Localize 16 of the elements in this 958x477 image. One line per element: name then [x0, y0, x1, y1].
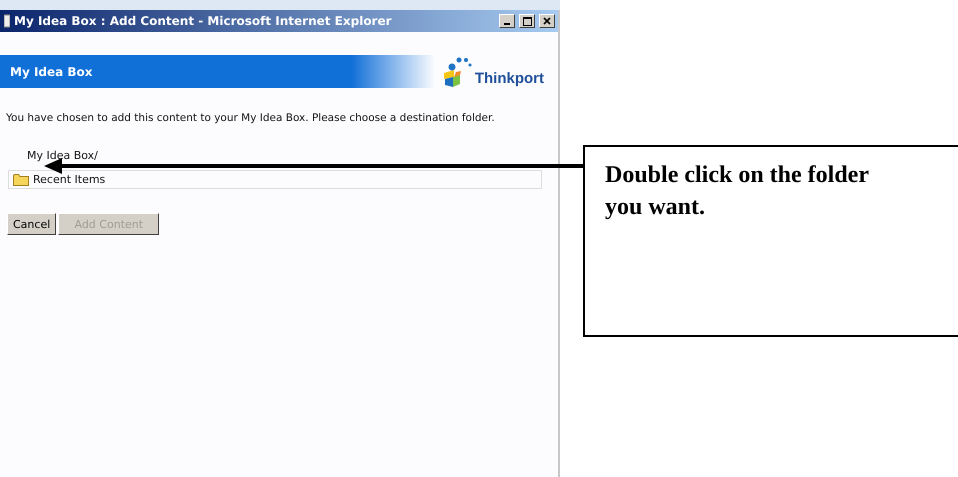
- window-title: My Idea Box : Add Content - Microsoft Internet Explorer: [14, 14, 393, 28]
- maximize-button[interactable]: [519, 14, 535, 28]
- maximize-icon: [522, 16, 532, 26]
- folder-item[interactable]: Recent Items: [9, 171, 541, 188]
- close-icon: [543, 17, 551, 25]
- folder-icon: [13, 173, 29, 186]
- form-button[interactable]: Cancel: [7, 213, 56, 235]
- minimize-button[interactable]: [499, 14, 515, 28]
- page-icon: [4, 14, 10, 28]
- banner-title: My Idea Box: [10, 64, 93, 78]
- box-logo-icon: [442, 56, 472, 86]
- callout-text: Double click on the folder you want.: [605, 161, 870, 222]
- folder-path: My Idea Box/: [27, 149, 99, 162]
- close-button[interactable]: [539, 14, 555, 28]
- logo-text: Thinkport: [474, 70, 544, 86]
- instruction-text: You have chosen to add this content to your My Idea Box. Please choose a destination folder.: [6, 112, 496, 124]
